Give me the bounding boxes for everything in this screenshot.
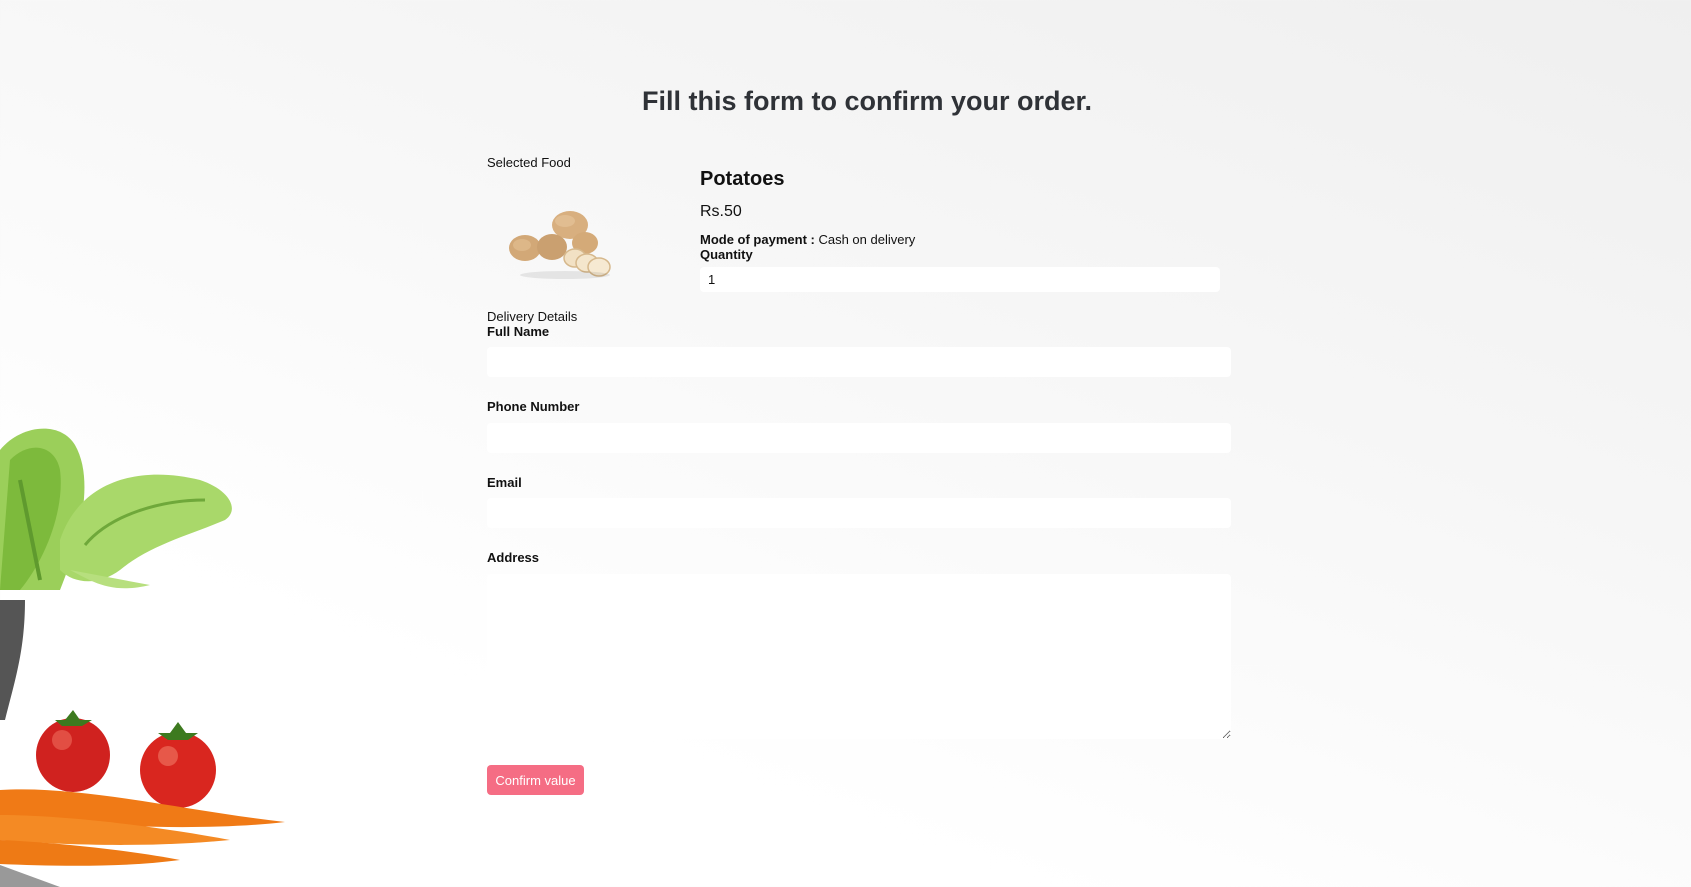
payment-mode-value: Cash on delivery xyxy=(818,232,916,247)
address-textarea[interactable] xyxy=(487,574,1231,739)
quantity-input[interactable] xyxy=(700,267,1220,292)
quantity-label: Quantity xyxy=(700,247,753,262)
full-name-input[interactable] xyxy=(487,347,1231,377)
potatoes-image-icon xyxy=(509,211,611,279)
payment-mode: Mode of payment : Cash on delivery xyxy=(700,232,915,247)
selected-food-label: Selected Food xyxy=(487,155,571,170)
phone-number-label: Phone Number xyxy=(487,399,580,414)
delivery-details-label: Delivery Details xyxy=(487,309,578,324)
email-input[interactable] xyxy=(487,498,1231,528)
vegetables-illustration-icon xyxy=(0,428,285,887)
payment-mode-label: Mode of payment : xyxy=(700,232,815,247)
full-name-label: Full Name xyxy=(487,324,550,339)
address-label: Address xyxy=(487,550,540,565)
page-title: Fill this form to confirm your order. xyxy=(641,86,1093,116)
phone-number-input[interactable] xyxy=(487,423,1231,453)
food-price: Rs.50 xyxy=(700,203,742,220)
email-label: Email xyxy=(487,475,522,490)
confirm-button[interactable]: Confirm value xyxy=(487,765,584,795)
food-name: Potatoes xyxy=(700,168,785,190)
